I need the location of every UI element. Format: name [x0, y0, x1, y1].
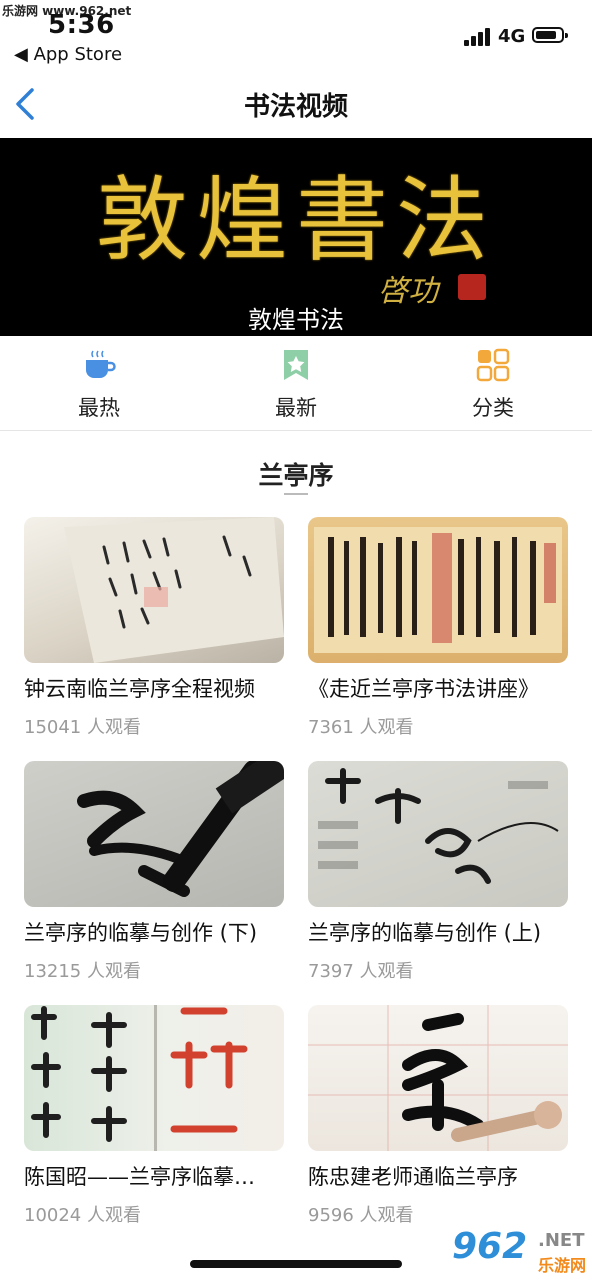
- hot-cup-icon: [86, 350, 116, 378]
- video-card[interactable]: 陈忠建老师通临兰亭序 9596 人观看: [308, 1005, 568, 1227]
- video-thumbnail[interactable]: [308, 761, 568, 907]
- watermark-logo: 962 .NET 乐游网: [452, 1226, 590, 1278]
- video-card[interactable]: 钟云南临兰亭序全程视频 15041 人观看: [24, 517, 284, 739]
- video-thumbnail[interactable]: [24, 1005, 284, 1151]
- star-badge-icon: [284, 350, 308, 380]
- banner-caption: 敦煌书法: [248, 306, 344, 334]
- video-title[interactable]: 兰亭序的临摹与创作 (上): [308, 917, 576, 947]
- video-thumbnail[interactable]: [24, 761, 284, 907]
- video-title[interactable]: 钟云南临兰亭序全程视频: [24, 673, 292, 703]
- page-title: 书法视频: [243, 92, 348, 122]
- video-title[interactable]: 陈国昭——兰亭序临摹…: [24, 1161, 292, 1191]
- video-card[interactable]: 陈国昭——兰亭序临摹… 10024 人观看: [24, 1005, 284, 1227]
- view-count: 15041 人观看: [24, 717, 141, 738]
- video-title[interactable]: 陈忠建老师通临兰亭序: [308, 1161, 576, 1191]
- video-thumbnail[interactable]: [24, 517, 284, 663]
- home-indicator[interactable]: [190, 1260, 402, 1268]
- video-thumbnail[interactable]: [308, 517, 568, 663]
- back-to-app-store-link[interactable]: ◀ App Store: [14, 44, 122, 65]
- quick-nav-category[interactable]: 分类: [428, 348, 558, 422]
- quick-nav-hot-label: 最热: [78, 396, 120, 420]
- watermark-sub: 乐游网: [538, 1256, 587, 1275]
- quick-nav-hot[interactable]: 最热: [34, 348, 164, 422]
- view-count: 13215 人观看: [24, 961, 141, 982]
- video-thumbnail[interactable]: [308, 1005, 568, 1151]
- status-time: 5:36: [48, 10, 115, 40]
- view-count: 7361 人观看: [308, 717, 414, 738]
- battery-icon: [532, 27, 568, 43]
- watermark-net: .NET: [538, 1230, 585, 1251]
- quick-nav-category-label: 分类: [472, 396, 514, 420]
- section-title: 兰亭序: [258, 461, 334, 490]
- video-title[interactable]: 兰亭序的临摹与创作 (下): [24, 917, 292, 947]
- banner-calligraphy: 敦煌書法: [95, 167, 496, 274]
- video-card[interactable]: 《走近兰亭序书法讲座》 7361 人观看: [308, 517, 568, 739]
- navigation-bar: 书法视频: [0, 70, 592, 138]
- seal-stamp: [458, 274, 486, 300]
- section-underline: [284, 493, 308, 495]
- video-card[interactable]: 兰亭序的临摹与创作 (下) 13215 人观看: [24, 761, 284, 983]
- grid-icon: [476, 348, 510, 382]
- banner[interactable]: 敦煌書法 啓功 敦煌书法: [0, 138, 592, 336]
- video-title[interactable]: 《走近兰亭序书法讲座》: [308, 673, 576, 703]
- watermark-number: 962: [452, 1226, 528, 1267]
- video-card[interactable]: 兰亭序的临摹与创作 (上) 7397 人观看: [308, 761, 568, 983]
- signal-icon: [464, 26, 492, 46]
- status-bar: 5:36 ◀ App Store 4G: [0, 0, 592, 70]
- quick-nav-new-label: 最新: [275, 396, 317, 420]
- view-count: 7397 人观看: [308, 961, 414, 982]
- quick-nav: 最热 最新 分类: [0, 336, 592, 431]
- quick-nav-new[interactable]: 最新: [231, 348, 361, 422]
- view-count: 9596 人观看: [308, 1205, 414, 1226]
- network-type: 4G: [498, 26, 526, 47]
- view-count: 10024 人观看: [24, 1205, 141, 1226]
